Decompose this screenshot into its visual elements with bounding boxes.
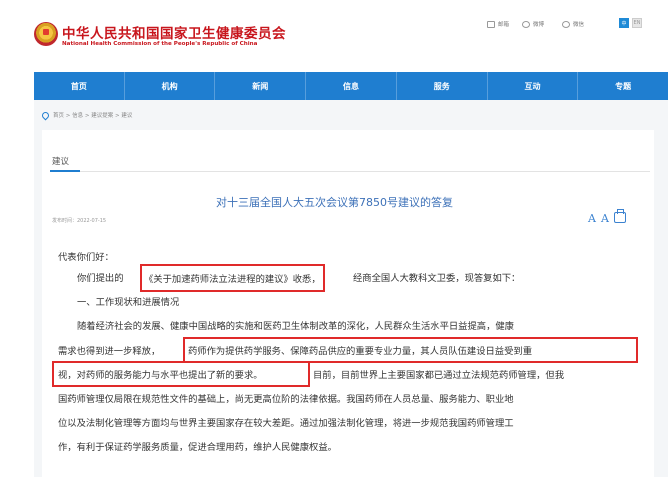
para-5b: 药师作为提供药学服务、保障药品供应的重要专业力量，其人员队伍建设日益受到重 xyxy=(188,346,532,357)
main-nav: 首页 机构 新闻 信息 服务 互动 专题 xyxy=(34,72,668,100)
article-tools: A A xyxy=(588,209,626,225)
weibo-icon xyxy=(522,20,530,28)
mail-icon xyxy=(487,20,495,28)
para-8: 位以及法制化管理等方面均与世界主要国家存在较大差距。通过加强法制化管理，将进一步… xyxy=(58,418,514,429)
font-smaller-button[interactable]: A xyxy=(601,212,609,225)
nav-item-topics[interactable]: 专题 xyxy=(578,72,668,100)
article-title: 对十三届全国人大五次会议第7850号建议的答复 xyxy=(216,196,453,209)
location-pin-icon xyxy=(40,110,51,120)
nav-item-interaction[interactable]: 互动 xyxy=(488,72,579,100)
breadcrumb-text[interactable]: 首页 > 信息 > 建议提案 > 建议 xyxy=(53,111,132,119)
breadcrumb[interactable]: 首页 > 信息 > 建议提案 > 建议 xyxy=(40,110,132,120)
section-divider-accent xyxy=(50,170,80,172)
print-icon[interactable] xyxy=(613,209,626,223)
site-header: 中华人民共和国国家卫生健康委员会 National Health Commiss… xyxy=(0,0,669,72)
nav-item-organization[interactable]: 机构 xyxy=(125,72,216,100)
lang-en-button[interactable]: EN xyxy=(632,18,642,28)
para-2c: 经商全国人大教科文卫委，现答复如下： xyxy=(353,273,521,284)
wechat-icon xyxy=(562,20,570,28)
para-2a: 你们提出的 xyxy=(77,273,124,284)
highlight-box-pharmacist-role: 药师作为提供药学服务、保障药品供应的重要专业力量，其人员队伍建设日益受到重 xyxy=(183,337,638,363)
nav-item-information[interactable]: 信息 xyxy=(306,72,397,100)
share-mail[interactable]: 邮箱 xyxy=(487,20,509,28)
highlight-box-proposal-title: 《关于加速药师法立法进程的建议》收悉， xyxy=(140,264,325,292)
para-9: 作，有利于保证药学服务质量，促进合理用药，维护人民健康权益。 xyxy=(58,442,337,453)
section-label: 建议 xyxy=(52,157,70,167)
para-6b: 目前，目前世界上主要国家都已通过立法规范药师管理，但我 xyxy=(313,370,565,381)
highlight-box-new-requirements: 视，对药师的服务能力与水平也提出了新的要求。 xyxy=(52,361,310,387)
nav-item-news[interactable]: 新闻 xyxy=(215,72,307,100)
para-2b: 《关于加速药师法立法进程的建议》收悉， xyxy=(144,274,321,285)
share-weibo-label: 微博 xyxy=(533,22,545,28)
national-emblem-icon[interactable] xyxy=(34,22,58,46)
para-7: 国药师管理仅局限在规范性文件的基础上，尚无更高位阶的法律依据。我国药师在人员总量… xyxy=(58,394,514,405)
share-weibo[interactable]: 微博 xyxy=(522,20,544,28)
site-title[interactable]: 中华人民共和国国家卫生健康委员会 xyxy=(62,22,286,42)
nav-item-services[interactable]: 服务 xyxy=(397,72,488,100)
site-subtitle: National Health Commission of the People… xyxy=(62,41,258,47)
para-4: 随着经济社会的发展、健康中国战略的实施和医药卫生体制改革的深化，人民群众生活水平… xyxy=(77,321,514,332)
section-divider xyxy=(50,171,650,172)
para-6a: 视，对药师的服务能力与水平也提出了新的要求。 xyxy=(58,370,263,381)
section-heading-status: 一、工作现状和进展情况 xyxy=(77,297,180,308)
share-mail-label: 邮箱 xyxy=(498,22,510,28)
share-wechat-label: 微信 xyxy=(573,22,585,28)
share-wechat[interactable]: 微信 xyxy=(562,20,584,28)
para-5a: 需求也得到进一步释放， xyxy=(58,346,161,357)
font-larger-button[interactable]: A xyxy=(588,212,596,225)
greeting: 代表你们好： xyxy=(58,252,114,263)
publish-date: 发布时间：2022-07-15 xyxy=(52,218,107,224)
nav-item-home[interactable]: 首页 xyxy=(34,72,125,100)
lang-zh-button[interactable]: 中 xyxy=(619,18,629,28)
